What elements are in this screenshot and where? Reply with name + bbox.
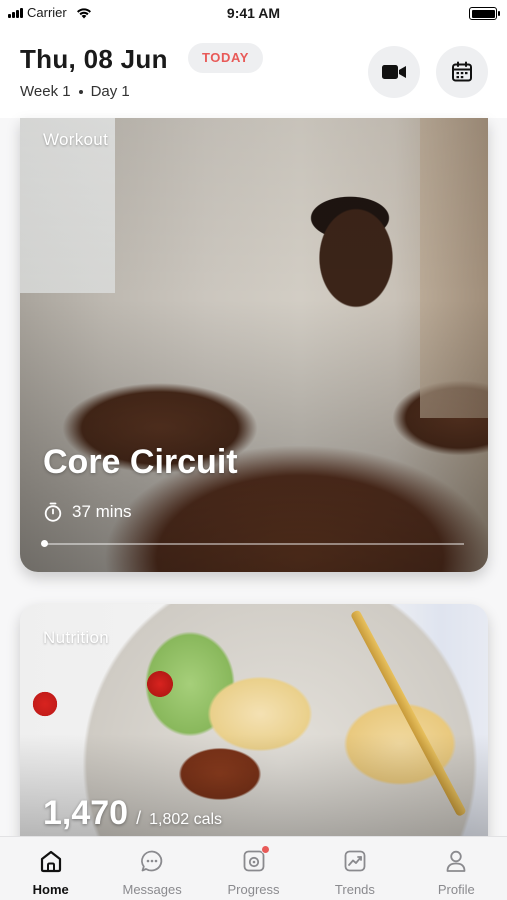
day-header: Thu, 08 Jun TODAY Week 1 Day 1 (0, 26, 507, 118)
nutrition-label: Nutrition (43, 628, 110, 647)
battery-icon (469, 7, 500, 20)
status-time: 9:41 AM (226, 5, 281, 21)
tab-home[interactable]: Home (0, 837, 101, 900)
day-label: Day 1 (90, 83, 130, 100)
nutrition-card[interactable]: Nutrition 1,470 / 1,802 cals (20, 604, 488, 864)
workout-progress-bar (41, 540, 464, 547)
tab-progress[interactable]: Progress (203, 837, 304, 900)
separator-dot (78, 89, 83, 94)
profile-icon (442, 847, 470, 875)
tab-profile[interactable]: Profile (406, 837, 507, 900)
tab-profile-label: Profile (437, 882, 475, 897)
video-camera-icon (382, 65, 406, 79)
video-call-button[interactable] (368, 46, 420, 98)
tab-trends[interactable]: Trends (304, 837, 405, 900)
page-title: Thu, 08 Jun (20, 44, 168, 74)
tab-trends-label: Trends (334, 882, 375, 897)
calories-separator: / (136, 808, 142, 828)
today-badge[interactable]: TODAY (188, 43, 264, 73)
workout-title: Core Circuit (43, 443, 238, 481)
bottom-tab-bar: Home Messages Progress Trends Profile (0, 836, 507, 900)
notification-dot (260, 845, 270, 854)
progress-camera-icon (240, 845, 270, 875)
calories-goal: 1,802 cals (149, 811, 223, 828)
week-label: Week 1 (20, 83, 71, 100)
app-screen: Carrier 9:41 AM Thu, 08 Jun TODAY Week 1… (0, 0, 507, 900)
duration-text: 37 mins (72, 502, 132, 521)
calories-consumed: 1,470 (43, 794, 129, 832)
trends-chart-icon (341, 847, 369, 875)
stopwatch-icon (44, 502, 62, 522)
workout-duration: 37 mins (44, 502, 132, 522)
chat-bubble-icon (138, 847, 166, 875)
calendar-button[interactable] (436, 46, 488, 98)
status-bar: Carrier 9:41 AM (0, 0, 507, 26)
calendar-icon (452, 61, 472, 82)
tab-messages-label: Messages (122, 882, 182, 897)
tab-home-label: Home (32, 882, 69, 897)
tab-progress-label: Progress (227, 882, 280, 897)
week-day-subtitle: Week 1 Day 1 (20, 83, 130, 100)
progress-knob (41, 540, 48, 547)
home-icon (37, 847, 65, 875)
workout-card[interactable]: Workout Core Circuit 37 mins (20, 118, 488, 572)
tab-messages[interactable]: Messages (101, 837, 202, 900)
workout-label: Workout (43, 130, 109, 149)
calorie-summary: 1,470 / 1,802 cals (43, 794, 222, 833)
